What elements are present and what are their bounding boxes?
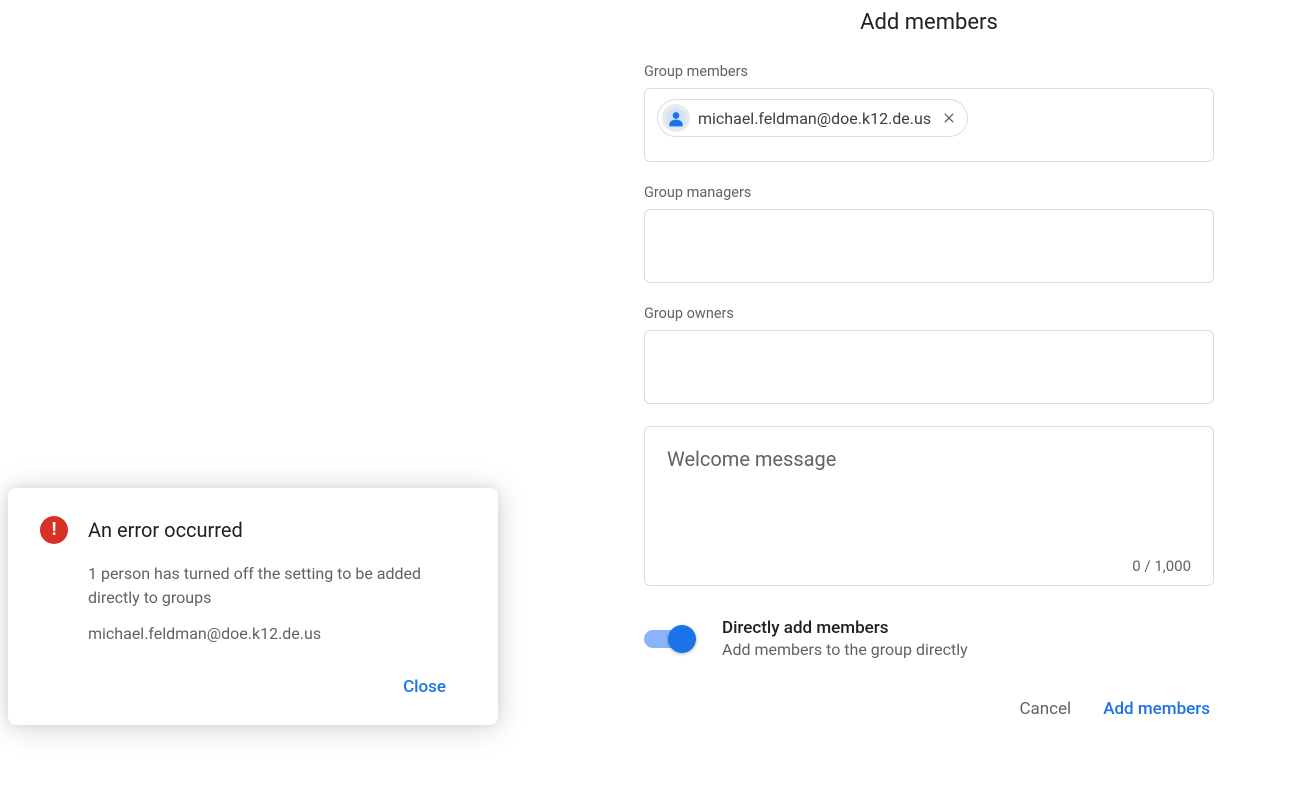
group-managers-input[interactable]	[644, 209, 1214, 283]
group-owners-label: Group owners	[644, 305, 1214, 322]
group-managers-label: Group managers	[644, 184, 1214, 201]
error-title: An error occurred	[88, 518, 243, 542]
member-chip: michael.feldman@doe.k12.de.us	[657, 99, 968, 137]
error-message: 1 person has turned off the setting to b…	[88, 562, 466, 610]
panel-title: Add members	[644, 10, 1214, 35]
direct-add-toggle[interactable]	[644, 624, 694, 654]
cancel-button[interactable]: Cancel	[1015, 691, 1075, 727]
group-owners-input[interactable]	[644, 330, 1214, 404]
add-members-button[interactable]: Add members	[1099, 691, 1214, 727]
group-members-input[interactable]: michael.feldman@doe.k12.de.us	[644, 88, 1214, 162]
char-count: 0 / 1,000	[667, 557, 1191, 575]
add-members-panel: Add members Group members michael.feldma…	[644, 10, 1214, 727]
avatar-icon	[662, 104, 690, 132]
toggle-desc: Add members to the group directly	[722, 640, 968, 659]
error-email: michael.feldman@doe.k12.de.us	[88, 624, 466, 643]
error-actions: Close	[40, 671, 466, 703]
welcome-message-input[interactable]: Welcome message 0 / 1,000	[644, 426, 1214, 586]
action-buttons: Cancel Add members	[644, 691, 1214, 727]
chip-remove-button[interactable]	[939, 108, 959, 128]
toggle-thumb	[668, 625, 696, 653]
direct-add-toggle-row: Directly add members Add members to the …	[644, 618, 1214, 659]
chip-email: michael.feldman@doe.k12.de.us	[698, 109, 931, 128]
toggle-title: Directly add members	[722, 618, 968, 638]
group-owners-field: Group owners	[644, 305, 1214, 404]
error-body: 1 person has turned off the setting to b…	[40, 562, 466, 643]
group-members-field: Group members michael.feldman@doe.k12.de…	[644, 63, 1214, 162]
group-members-label: Group members	[644, 63, 1214, 80]
toggle-labels: Directly add members Add members to the …	[722, 618, 968, 659]
error-icon: !	[40, 516, 68, 544]
group-managers-field: Group managers	[644, 184, 1214, 283]
error-close-button[interactable]: Close	[383, 671, 466, 703]
close-icon	[941, 110, 957, 126]
error-header: ! An error occurred	[40, 516, 466, 544]
error-dialog: ! An error occurred 1 person has turned …	[8, 488, 498, 725]
welcome-placeholder: Welcome message	[667, 447, 1191, 557]
